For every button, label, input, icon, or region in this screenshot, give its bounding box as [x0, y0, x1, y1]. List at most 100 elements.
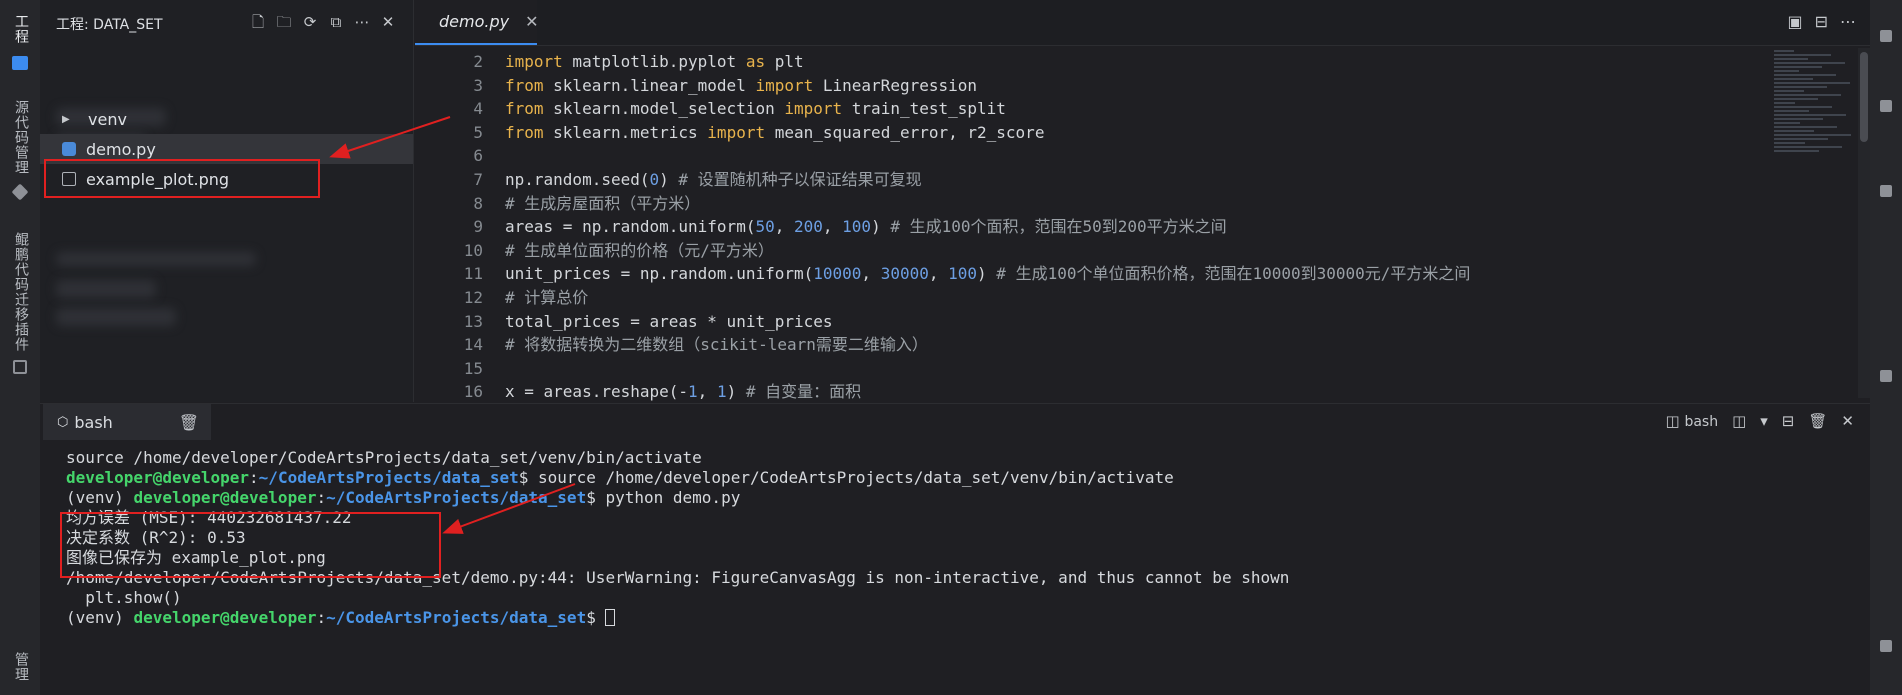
code-token: 30000 — [880, 264, 929, 284]
code-line[interactable]: 3 from sklearn.linear_model import Linear… — [415, 74, 1715, 98]
chevron-down-icon[interactable]: ▾ — [1760, 412, 1768, 430]
code-line[interactable]: 9 areas = np.random.uniform(50, 200, 100)… — [415, 215, 1715, 239]
code-line[interactable]: 5 from sklearn.metrics import mean_square… — [415, 121, 1715, 145]
close-icon[interactable]: ✕ — [375, 13, 401, 31]
code-line[interactable]: 7 np.random.seed(0) # 设置随机种子以保证结果可复现 — [415, 168, 1715, 192]
code-token: # 生成单位面积的价格（元/平方米） — [505, 240, 774, 260]
preview-icon[interactable]: ▣ — [1787, 12, 1802, 31]
code-line[interactable]: 14 # 将数据转换为二维数组（scikit-learn需要二维输入） — [415, 333, 1715, 357]
editor-tabbar: demo.py ✕ ▣ ⊟ ⋯ — [415, 0, 1870, 46]
code-text: # 计算总价 — [505, 286, 588, 310]
tab-close-icon[interactable]: ✕ — [525, 12, 538, 31]
new-file-icon[interactable]: 🗋 — [245, 12, 271, 37]
explorer-header: 工程: DATA_SET 🗋 🗀 ⟳ ⧉ ⋯ ✕ — [40, 0, 413, 48]
terminal-token: ~/CodeArtsProjects/data_set — [258, 468, 519, 487]
terminal-tab-bash[interactable]: ⬡ bash 🗑 — [43, 404, 211, 440]
code-token: import — [707, 122, 766, 142]
code-token: mean_squared_error, r2_score — [765, 122, 1045, 142]
terminal-tab-label: bash — [74, 412, 113, 432]
tab-demo-py[interactable]: demo.py ✕ — [415, 0, 539, 45]
minimap-line — [1774, 114, 1846, 116]
editor-scrollbar[interactable] — [1858, 48, 1870, 398]
shell-selector[interactable]: ◫ bash — [1665, 412, 1718, 430]
code-view[interactable]: 2 import matplotlib.pyplot as plt 3 from sk… — [415, 50, 1715, 404]
code-token: ) — [977, 264, 997, 284]
editor-actions: ▣ ⊟ ⋯ — [1775, 12, 1856, 31]
code-token: 100 — [842, 217, 872, 237]
extensions-icon[interactable] — [1880, 100, 1892, 112]
minimap-line — [1774, 142, 1805, 144]
redacted-item — [56, 308, 176, 326]
terminal-token: : — [316, 608, 327, 627]
line-number: 14 — [463, 335, 483, 355]
terminal-token: $ source /home/developer/CodeArtsProject… — [518, 468, 1174, 487]
minimap-line — [1774, 138, 1828, 140]
code-text: areas = np.random.uniform(50, 200, 100) … — [505, 215, 1227, 239]
split-terminal-icon[interactable]: ⊟ — [1782, 412, 1795, 430]
minimap-line — [1774, 122, 1800, 124]
minimap-line — [1774, 70, 1799, 72]
code-line[interactable]: 16 x = areas.reshape(-1, 1) # 自变量：面积 — [415, 380, 1715, 404]
code-token: ) — [871, 217, 891, 237]
kill-terminal-icon[interactable]: 🗑 — [1808, 412, 1827, 430]
code-token: as — [745, 52, 766, 71]
code-token: 50 — [755, 217, 775, 237]
activity-kunpeng-plugin[interactable]: 鲲鹏代码迁移插件 — [11, 232, 31, 352]
line-number: 9 — [473, 217, 483, 237]
minimap-line — [1774, 130, 1814, 132]
more-icon[interactable]: ⋯ — [349, 13, 375, 31]
tree-item-venv[interactable]: ▶ venv — [40, 104, 413, 134]
editor-area: demo.py ✕ ▣ ⊟ ⋯ 2 import matplotlib.pyplot … — [415, 0, 1870, 402]
code-line[interactable]: 12 # 计算总价 — [415, 286, 1715, 310]
code-token: areas = np.random.uniform( — [505, 217, 756, 237]
close-panel-icon[interactable]: ✕ — [1841, 412, 1854, 430]
terminal-actions: ◫ bash ◫ ▾ ⊟ 🗑 ✕ — [1665, 412, 1854, 430]
code-token: import — [755, 75, 814, 95]
scrollbar-thumb[interactable] — [1860, 52, 1868, 142]
code-token: 1 — [688, 382, 698, 402]
refresh-icon[interactable]: ⟳ — [297, 13, 323, 31]
structure-icon[interactable] — [1880, 370, 1892, 382]
code-line[interactable]: 10 # 生成单位面积的价格（元/平方米） — [415, 239, 1715, 263]
python-file-icon — [62, 142, 76, 156]
code-token: , — [697, 382, 717, 402]
split-editor-icon[interactable]: ⊟ — [1815, 12, 1828, 31]
new-folder-icon[interactable]: 🗀 — [271, 12, 297, 37]
code-line[interactable]: 2 import matplotlib.pyplot as plt — [415, 50, 1715, 74]
code-token: sklearn.metrics — [543, 122, 708, 142]
activity-manage[interactable]: 管理 — [11, 652, 31, 682]
activity-project[interactable]: 工程 — [11, 14, 31, 44]
code-line[interactable]: 8 # 生成房屋面积（平方米） — [415, 192, 1715, 216]
code-token: LinearRegression — [813, 75, 978, 95]
minimap-line — [1774, 110, 1809, 112]
code-line[interactable]: 15 — [415, 357, 1715, 381]
code-line[interactable]: 4 from sklearn.model_selection import tra… — [415, 97, 1715, 121]
line-number: 5 — [473, 122, 483, 142]
code-token: # 生成100个单位面积价格，范围在10000到30000元/平方米之间 — [996, 264, 1471, 284]
code-text: # 将数据转换为二维数组（scikit-learn需要二维输入） — [505, 333, 928, 357]
code-text: from sklearn.model_selection import trai… — [505, 97, 1006, 121]
terminal-token: developer@developer — [133, 488, 317, 507]
tab-label: demo.py — [439, 11, 510, 31]
code-line[interactable]: 6 — [415, 144, 1715, 168]
tools-icon[interactable] — [1880, 30, 1892, 42]
minimap[interactable] — [1774, 48, 1854, 158]
line-number: 4 — [473, 99, 483, 119]
minimap-line — [1774, 150, 1819, 152]
line-number: 6 — [473, 146, 483, 166]
code-line[interactable]: 11 unit_prices = np.random.uniform(10000,… — [415, 262, 1715, 286]
collapse-icon[interactable]: ⧉ — [323, 13, 349, 31]
annotation-box-file — [44, 159, 320, 198]
new-terminal-icon[interactable]: ◫ — [1732, 412, 1746, 430]
terminal-token: : — [316, 488, 327, 507]
more-icon[interactable]: ⋯ — [1840, 12, 1856, 31]
activity-source-control[interactable]: 源代码管理 — [11, 100, 31, 175]
security-icon[interactable] — [1880, 185, 1892, 197]
trash-icon[interactable]: 🗑 — [179, 413, 199, 432]
terminal-line: plt.show() — [66, 588, 1289, 608]
split-icon: ◫ — [1665, 412, 1680, 430]
code-token: np.random.seed( — [505, 169, 650, 189]
line-number: 2 — [473, 52, 483, 71]
code-line[interactable]: 13 total_prices = areas * unit_prices — [415, 310, 1715, 334]
notifications-icon[interactable] — [1880, 640, 1892, 652]
